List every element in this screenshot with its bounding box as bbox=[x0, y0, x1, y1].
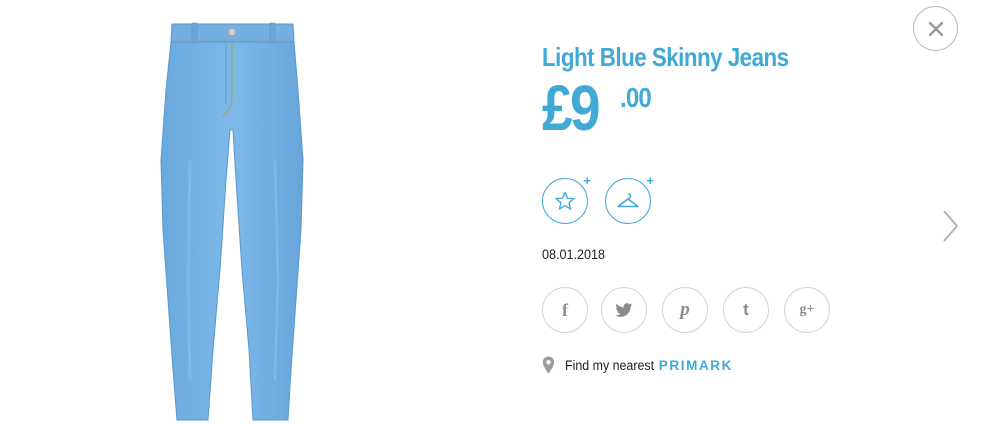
product-image bbox=[150, 20, 320, 424]
store-finder-link[interactable]: Find my nearest PRIMARK bbox=[542, 356, 733, 374]
twitter-icon bbox=[615, 302, 633, 317]
share-tumblr-button[interactable]: t bbox=[723, 287, 769, 333]
plus-icon: + bbox=[646, 173, 654, 188]
product-date: 08.01.2018 bbox=[542, 246, 606, 262]
store-finder-label: Find my nearest bbox=[565, 357, 655, 373]
jeans-illustration bbox=[160, 22, 304, 421]
price-whole: £9 bbox=[542, 72, 601, 144]
product-title: Light Blue Skinny Jeans bbox=[542, 42, 789, 72]
next-product-button[interactable] bbox=[938, 205, 962, 247]
share-pinterest-button[interactable]: p bbox=[662, 287, 708, 333]
share-facebook-button[interactable]: f bbox=[542, 287, 588, 333]
primark-brand: PRIMARK bbox=[658, 357, 733, 373]
location-pin-icon bbox=[542, 356, 555, 374]
close-icon bbox=[928, 21, 943, 36]
chevron-right-icon bbox=[943, 210, 959, 242]
pinterest-icon: p bbox=[680, 299, 690, 320]
facebook-icon: f bbox=[562, 299, 568, 320]
share-google-plus-button[interactable]: g+ bbox=[784, 287, 830, 333]
tumblr-icon: t bbox=[743, 300, 749, 319]
add-to-wardrobe-button[interactable]: + bbox=[605, 174, 654, 224]
hanger-icon bbox=[617, 193, 639, 208]
product-price: £9 .00 bbox=[542, 72, 652, 144]
price-decimals: .00 bbox=[620, 82, 652, 113]
close-button[interactable] bbox=[913, 6, 958, 51]
star-icon bbox=[555, 191, 575, 210]
plus-icon: + bbox=[583, 173, 591, 188]
google-plus-icon: g+ bbox=[799, 302, 815, 317]
add-to-wishlist-button[interactable]: + bbox=[542, 174, 591, 224]
share-twitter-button[interactable] bbox=[601, 287, 647, 333]
